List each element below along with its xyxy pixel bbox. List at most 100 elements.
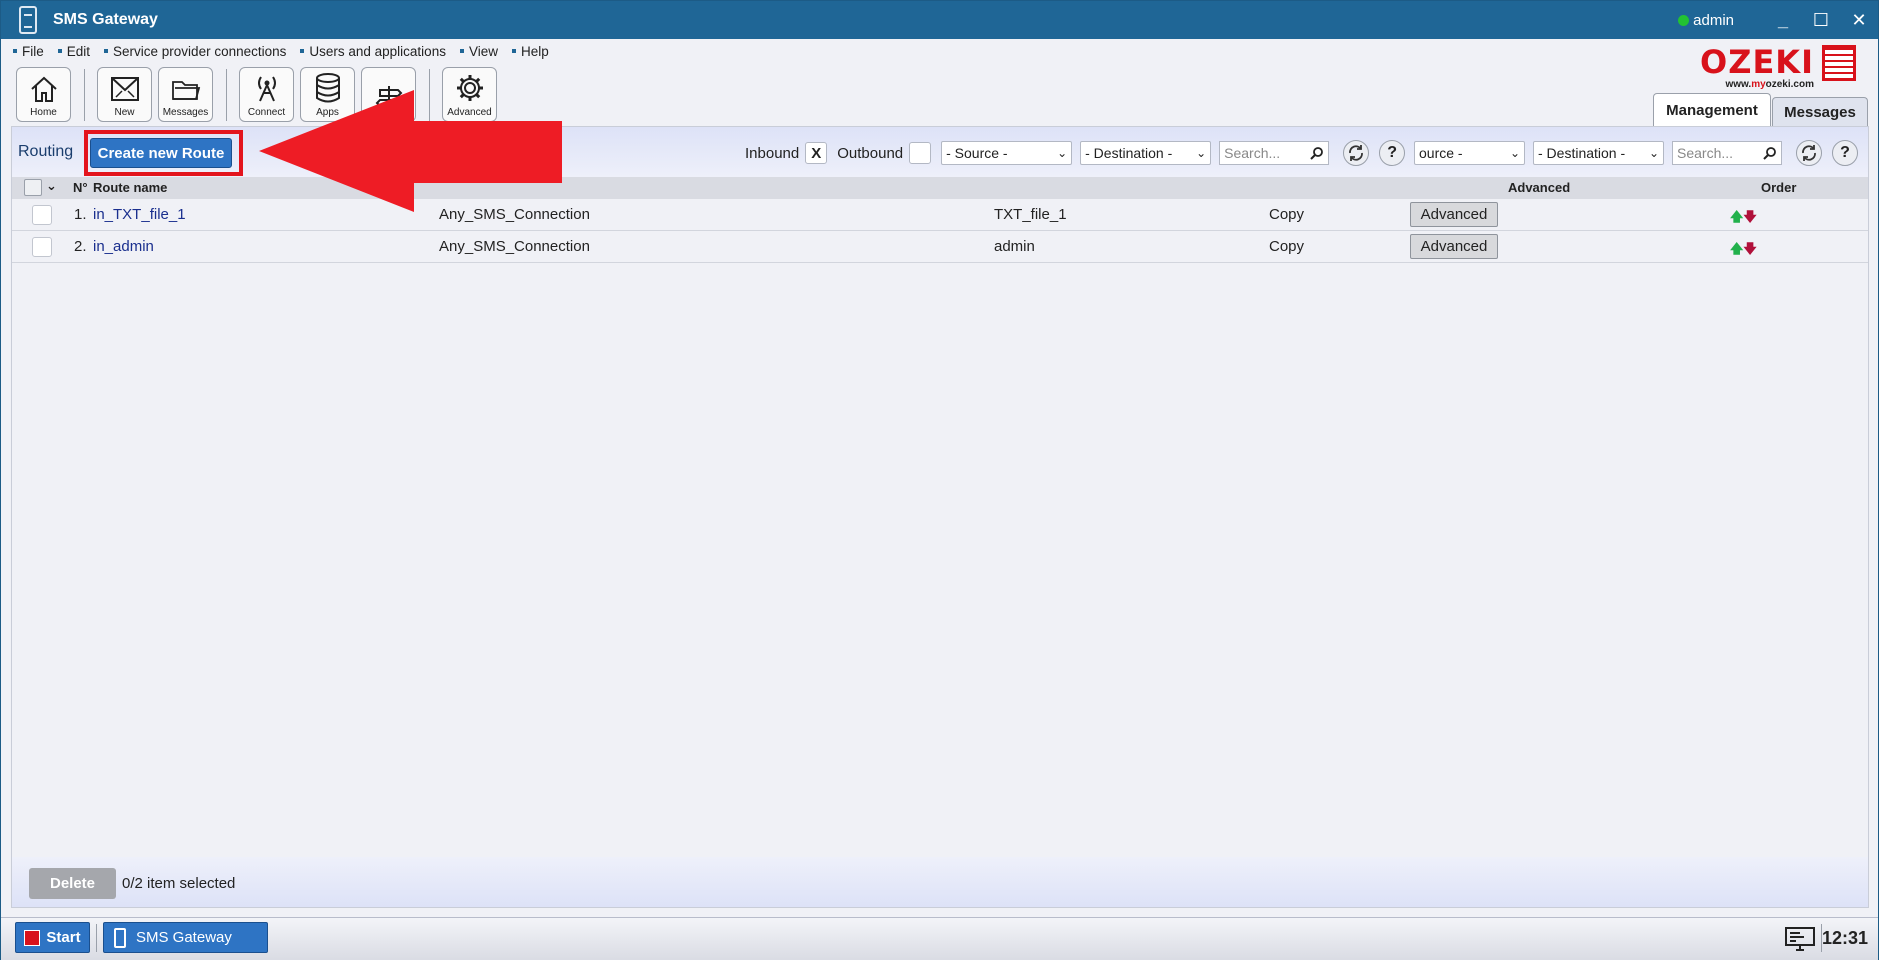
close-button[interactable]: ✕ [1840,1,1878,39]
destination-select-value: - Destination - [1085,145,1173,161]
home-icon [30,76,57,102]
home-button[interactable]: Home [16,67,71,122]
tab-management[interactable]: Management [1653,93,1771,126]
logo-url-suffix: ozeki.com [1765,79,1814,90]
order-controls: 🡅🡇 [1730,240,1757,262]
search-input-secondary[interactable]: Search... [1672,141,1782,165]
move-down-icon[interactable]: 🡇 [1743,241,1756,256]
logged-in-user[interactable]: admin [1693,12,1734,29]
route-destination: TXT_file_1 [994,206,1067,223]
destination-select[interactable]: - Destination - ⌄ [1080,141,1212,165]
window-title: SMS Gateway [53,11,158,28]
inbound-label: Inbound [745,144,800,162]
row-checkbox[interactable] [32,205,52,225]
start-label: Start [46,929,81,946]
start-button[interactable]: Start [15,922,90,953]
clock: 12:31 [1821,928,1868,948]
logo-url-prefix: www. [1725,79,1752,90]
taskbar: Start SMS Gateway 12:31 [1,917,1878,960]
menu-users-and-applications[interactable]: Users and applications [300,41,446,61]
logo-grid-icon [1822,45,1856,81]
advanced-button[interactable]: Advanced [1410,234,1498,259]
menu-help[interactable]: Help [512,41,549,61]
logo-word: OZEKI [1700,43,1814,81]
new-button[interactable]: New [97,67,152,122]
inbound-checkbox[interactable]: X [805,142,828,164]
online-status-icon [1678,14,1690,26]
delete-button[interactable]: Delete [29,868,116,899]
taskbar-app-label: SMS Gateway [136,929,232,946]
new-label: New [114,107,135,118]
minimize-button[interactable]: _ [1764,1,1802,39]
selection-count: 0/2 item selected [122,875,236,892]
move-up-icon[interactable]: 🡅 [1730,209,1743,224]
chevron-down-icon: ⌄ [1057,146,1068,160]
search-placeholder: Search... [1677,145,1734,161]
tab-messages[interactable]: Messages [1772,97,1868,127]
highlight-box [84,130,243,176]
search-icon [1763,147,1776,160]
routing-footer: Delete 0/2 item selected [12,857,1868,907]
search-icon [1310,147,1324,160]
header-advanced: Advanced [1508,180,1571,195]
header-route-name: Route name [93,180,168,195]
source-select-value: - Source - [946,145,1008,161]
route-name-link[interactable]: in_admin [93,238,154,255]
move-up-icon[interactable]: 🡅 [1730,241,1743,256]
advanced-button[interactable]: Advanced [1410,202,1498,227]
header-number: N° [73,180,88,195]
start-icon [24,929,41,946]
chevron-down-icon: ⌄ [1648,146,1659,160]
destination-select-value: - Destination - [1538,145,1626,161]
menu-view[interactable]: View [460,41,498,61]
route-mode: Copy [1269,238,1305,255]
outbound-label: Outbound [837,144,904,162]
messages-button[interactable]: Messages [158,67,213,122]
search-placeholder: Search... [1224,145,1281,161]
home-label: Home [30,107,57,118]
red-arrow-annotation [259,90,562,212]
sms-gateway-app-icon [114,927,126,948]
table-row: 2. in_admin Any_SMS_Connection admin Cop… [12,231,1868,263]
outbound-checkbox[interactable] [909,142,932,164]
menu-file[interactable]: File [13,41,44,61]
refresh-icon [1802,145,1816,161]
menu-edit[interactable]: Edit [58,41,90,61]
destination-select-secondary[interactable]: - Destination - ⌄ [1533,141,1664,165]
header-order: Order [1761,180,1797,195]
routing-panel: Routing Create new Route Inbound X Outbo… [11,126,1869,908]
menu-service-provider-connections[interactable]: Service provider connections [104,41,286,61]
maximize-button[interactable]: ☐ [1802,1,1840,39]
menu-bar: File Edit Service provider connections U… [13,41,549,61]
select-all-checkbox[interactable] [24,179,42,196]
refresh-button-secondary[interactable] [1796,140,1822,166]
chevron-down-icon: ⌄ [1196,146,1207,160]
row-checkbox[interactable] [32,237,52,257]
route-filters-secondary: ource - ⌄ - Destination - ⌄ Search... ? [1414,140,1868,166]
route-destination: admin [994,238,1035,255]
monitor-icon[interactable] [1784,926,1816,952]
help-button[interactable]: ? [1379,140,1406,166]
order-controls: 🡅🡇 [1730,208,1757,230]
messages-label: Messages [162,107,209,118]
move-down-icon[interactable]: 🡇 [1743,209,1756,224]
taskbar-separator [96,924,97,952]
title-bar: SMS Gateway admin _ ☐ ✕ [1,1,1878,39]
help-button-secondary[interactable]: ? [1832,140,1858,166]
route-name-link[interactable]: in_TXT_file_1 [93,206,186,223]
search-input[interactable]: Search... [1219,141,1330,165]
route-mode: Copy [1269,206,1305,223]
refresh-icon [1349,145,1364,161]
ozeki-logo: OZEKI www.myozeki.com [1700,45,1856,90]
chevron-down-icon[interactable]: ⌄ [46,178,57,194]
logo-url-brand: my [1751,79,1766,90]
route-filters: Inbound X Outbound - Source - ⌄ - Destina… [745,140,1415,166]
refresh-button[interactable] [1343,140,1370,166]
app-window: SMS Gateway admin _ ☐ ✕ File Edit Servic… [0,0,1879,960]
taskbar-app-sms-gateway[interactable]: SMS Gateway [103,922,268,953]
source-select-secondary[interactable]: ource - ⌄ [1414,141,1525,165]
source-select[interactable]: - Source - ⌄ [941,141,1073,165]
route-source: Any_SMS_Connection [439,238,590,255]
chevron-down-icon: ⌄ [1509,146,1520,160]
new-envelope-icon [110,77,139,101]
